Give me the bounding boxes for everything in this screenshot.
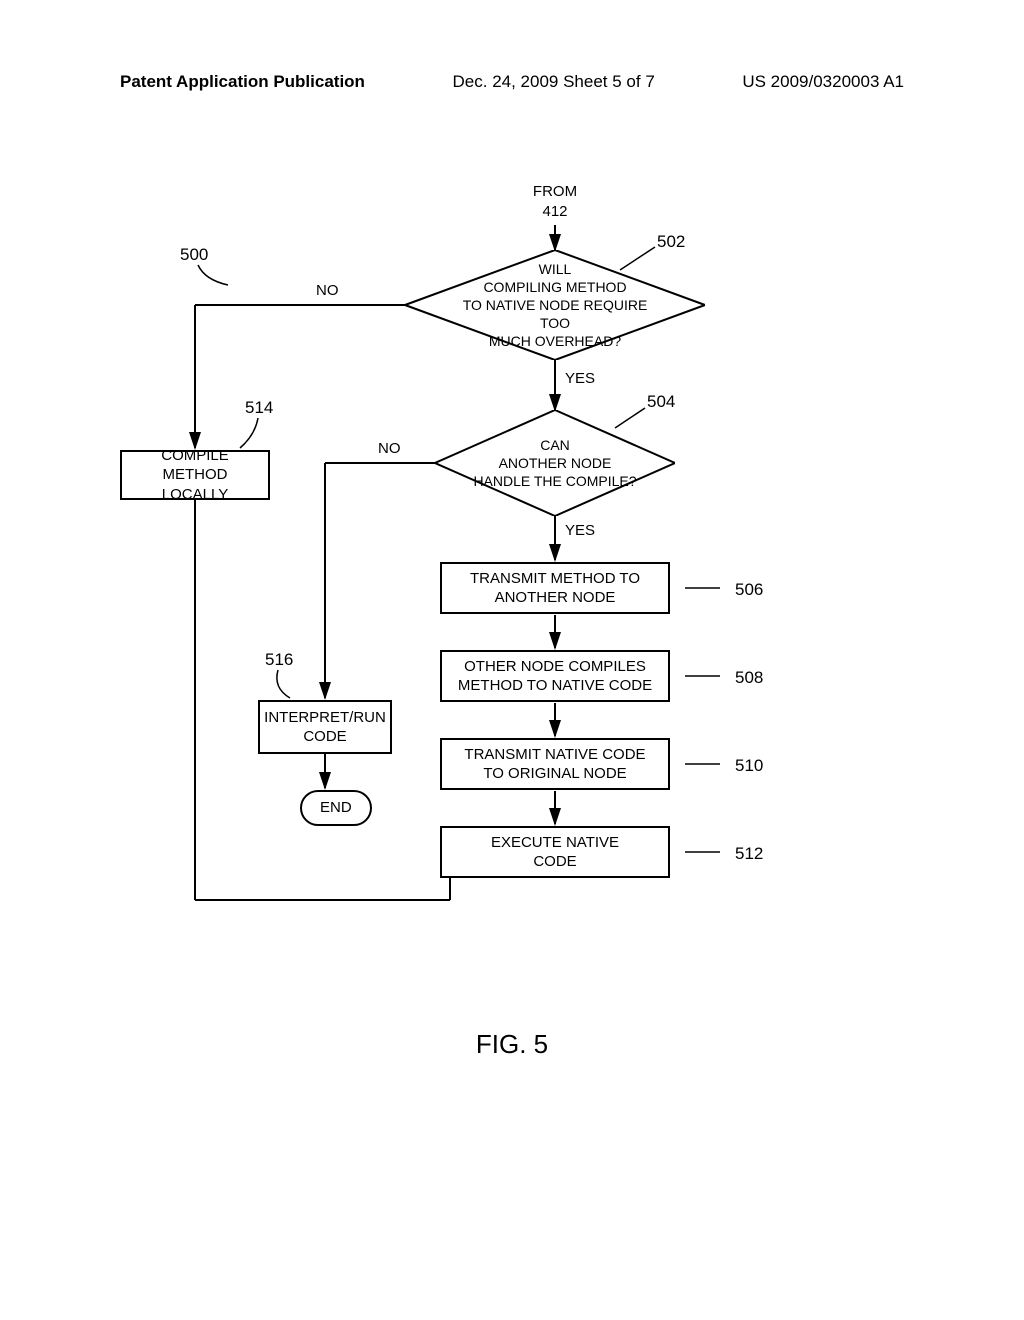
ref-504: 504 bbox=[647, 392, 675, 412]
no-label-502: NO bbox=[316, 282, 339, 299]
ref-500: 500 bbox=[180, 245, 208, 265]
ref-514: 514 bbox=[245, 398, 273, 418]
yes-label-504: YES bbox=[565, 522, 595, 539]
decision-504-text: CAN ANOTHER NODE HANDLE THE COMPILE? bbox=[473, 436, 636, 491]
header-date-sheet: Dec. 24, 2009 Sheet 5 of 7 bbox=[453, 72, 655, 92]
decision-502-text: WILL COMPILING METHOD TO NATIVE NODE REQ… bbox=[455, 260, 655, 351]
ref-506: 506 bbox=[735, 580, 763, 600]
from-label: FROM 412 bbox=[520, 182, 590, 221]
box-other-node-compiles: OTHER NODE COMPILES METHOD TO NATIVE COD… bbox=[440, 650, 670, 702]
ref-510: 510 bbox=[735, 756, 763, 776]
box-compile-locally: COMPILE METHOD LOCALLY bbox=[120, 450, 270, 500]
ref-508: 508 bbox=[735, 668, 763, 688]
box-transmit-method: TRANSMIT METHOD TO ANOTHER NODE bbox=[440, 562, 670, 614]
flowchart-container: FROM 412 500 502 504 514 516 506 508 510… bbox=[0, 170, 1024, 1070]
decision-504: CAN ANOTHER NODE HANDLE THE COMPILE? bbox=[435, 410, 675, 516]
box-execute-native: EXECUTE NATIVE CODE bbox=[440, 826, 670, 878]
decision-502: WILL COMPILING METHOD TO NATIVE NODE REQ… bbox=[405, 250, 705, 360]
box-transmit-native: TRANSMIT NATIVE CODE TO ORIGINAL NODE bbox=[440, 738, 670, 790]
yes-label-502: YES bbox=[565, 370, 595, 387]
end-text: END bbox=[300, 790, 372, 826]
ref-512: 512 bbox=[735, 844, 763, 864]
ref-502: 502 bbox=[657, 232, 685, 252]
ref-516: 516 bbox=[265, 650, 293, 670]
end-terminator: END bbox=[300, 790, 372, 826]
header-patent-number: US 2009/0320003 A1 bbox=[742, 72, 904, 92]
figure-label: FIG. 5 bbox=[476, 1029, 548, 1060]
no-label-504: NO bbox=[378, 440, 401, 457]
box-interpret-run: INTERPRET/RUN CODE bbox=[258, 700, 392, 754]
header-publication: Patent Application Publication bbox=[120, 72, 365, 92]
